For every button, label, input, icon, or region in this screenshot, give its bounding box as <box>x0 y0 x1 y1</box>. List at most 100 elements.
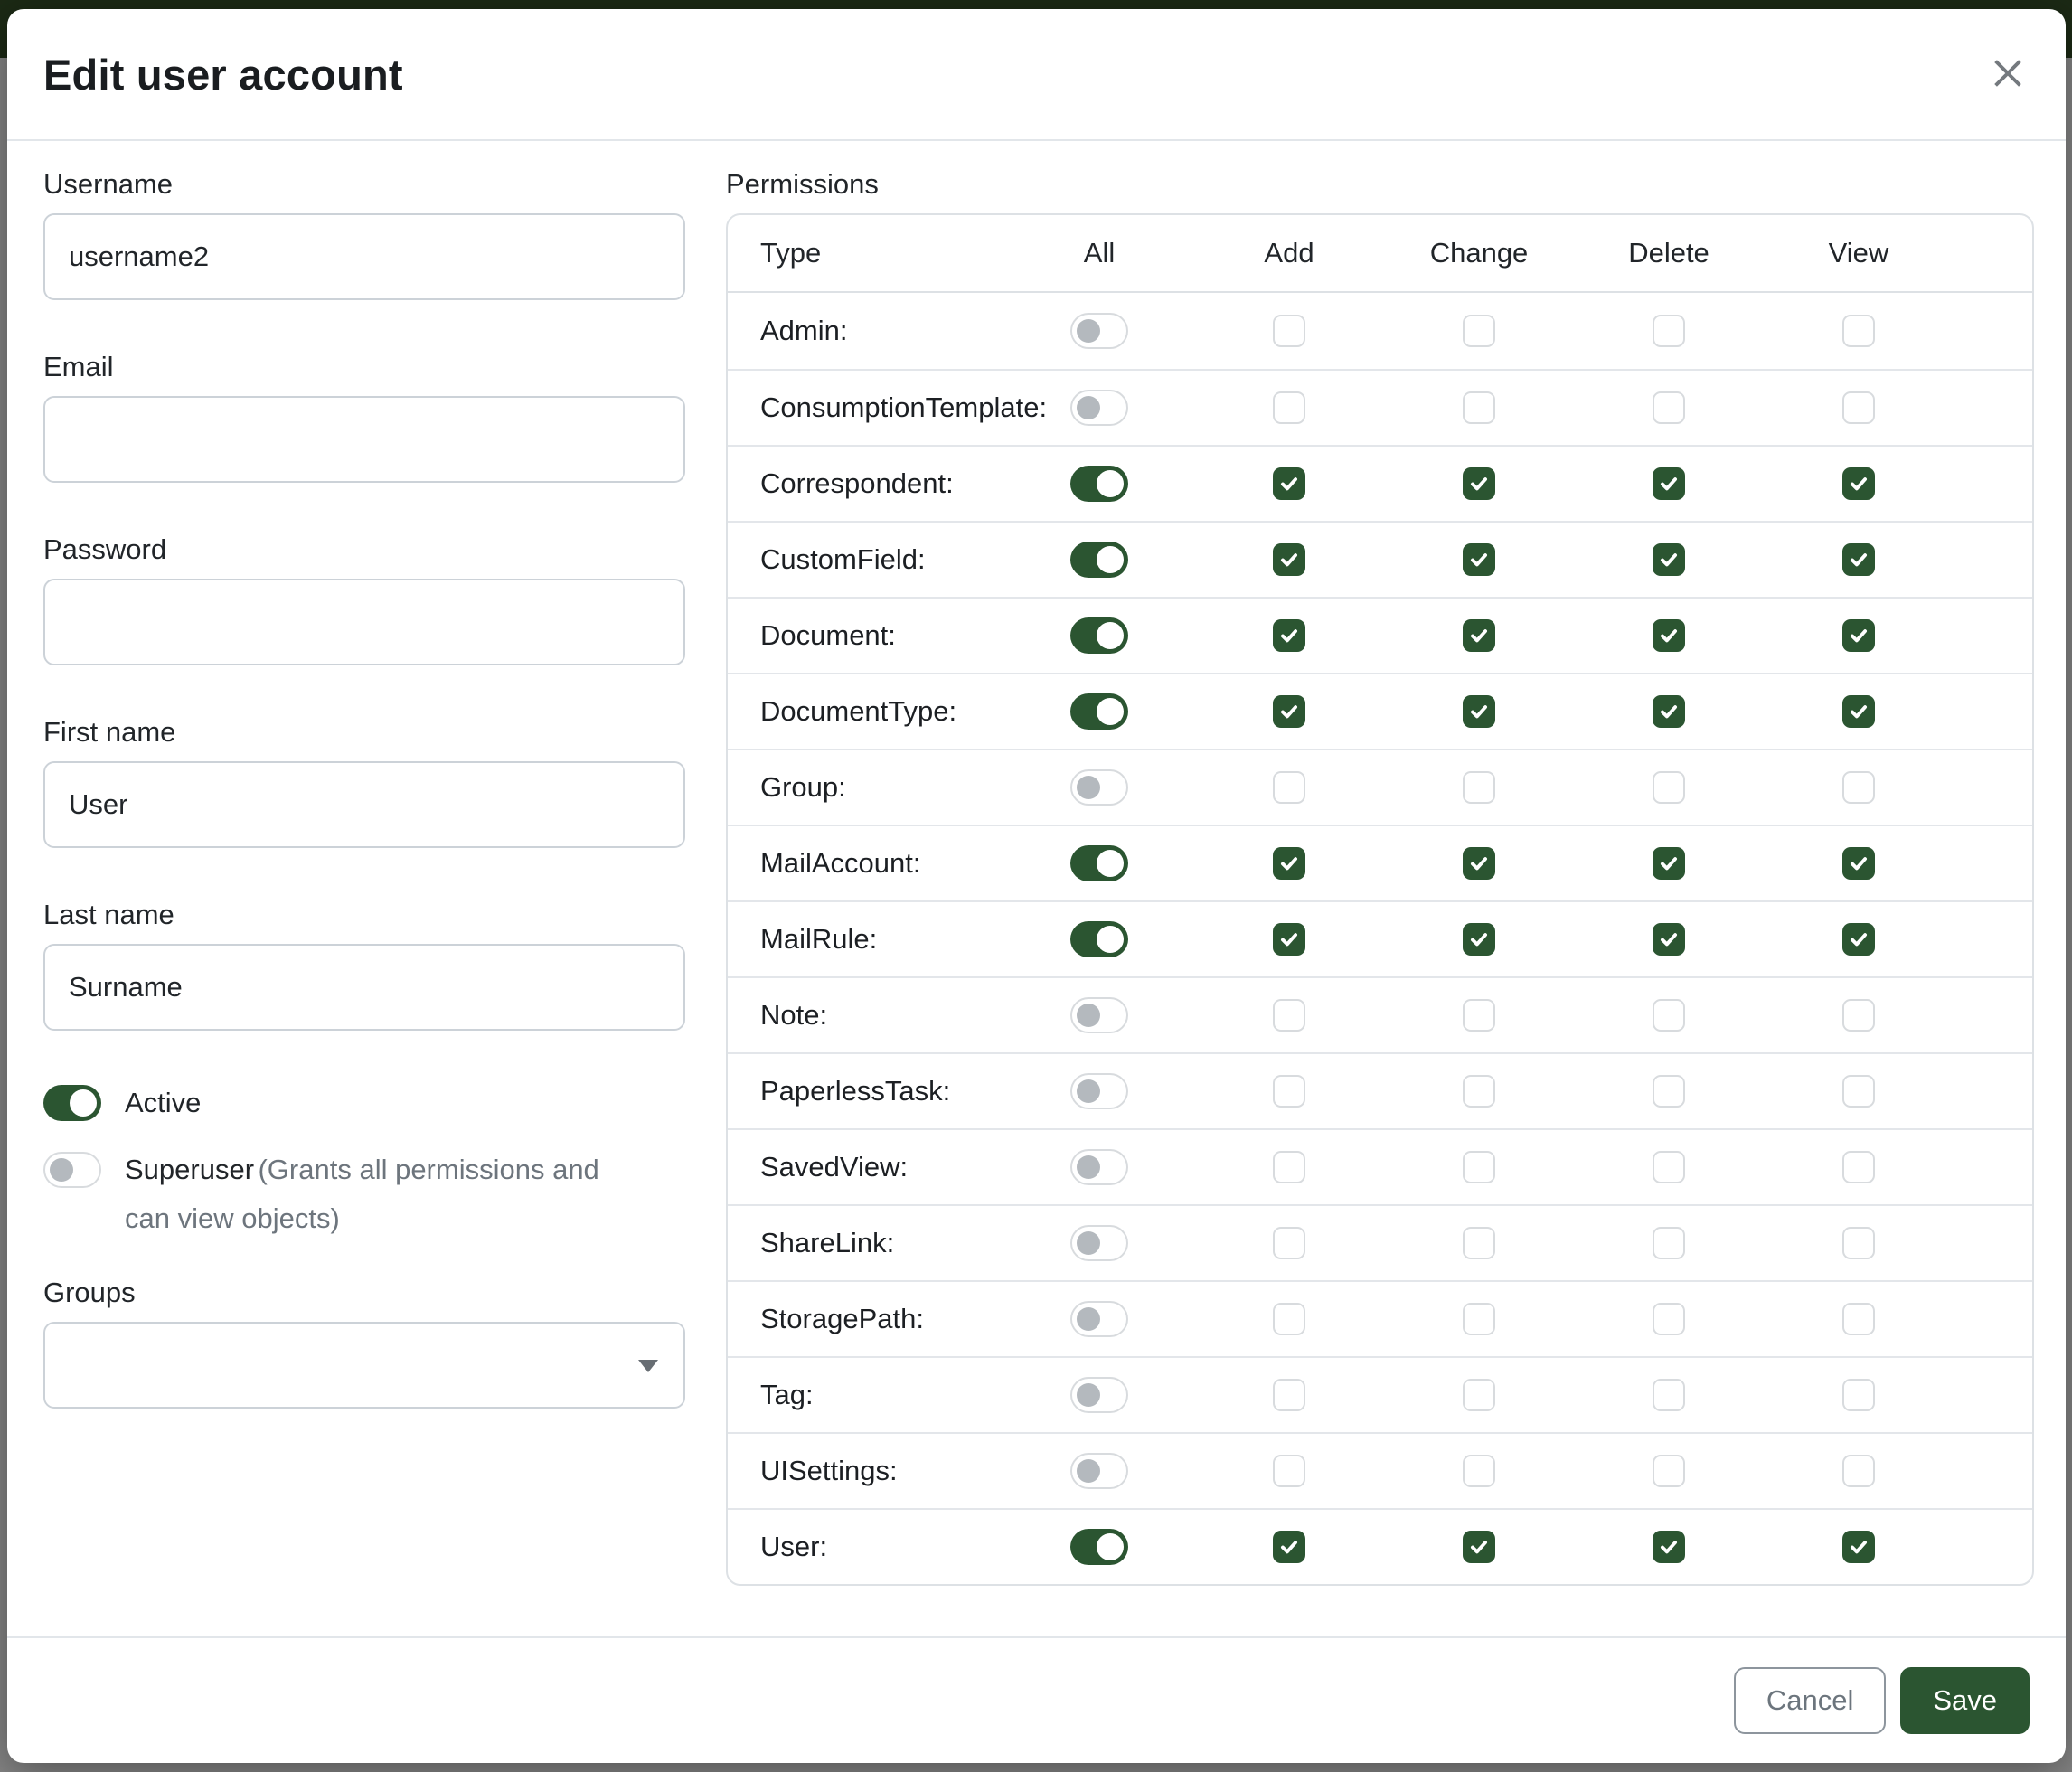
first-name-input[interactable] <box>43 761 685 848</box>
password-input[interactable] <box>43 579 685 665</box>
permission-add-checkbox[interactable] <box>1273 467 1305 500</box>
check-icon <box>1277 1535 1301 1559</box>
permission-add-checkbox[interactable] <box>1273 315 1305 347</box>
permission-view-checkbox[interactable] <box>1842 1151 1875 1183</box>
last-name-input[interactable] <box>43 944 685 1031</box>
permission-add-checkbox[interactable] <box>1273 695 1305 728</box>
permission-all-toggle[interactable] <box>1070 466 1128 502</box>
permission-all-toggle[interactable] <box>1070 390 1128 426</box>
permission-delete-checkbox[interactable] <box>1653 1151 1685 1183</box>
permission-view-checkbox[interactable] <box>1842 619 1875 652</box>
superuser-toggle[interactable] <box>43 1152 101 1188</box>
permission-add-checkbox[interactable] <box>1273 619 1305 652</box>
permission-all-toggle[interactable] <box>1070 997 1128 1033</box>
permission-delete-checkbox[interactable] <box>1653 391 1685 424</box>
permission-change-checkbox[interactable] <box>1463 695 1495 728</box>
permission-view-checkbox[interactable] <box>1842 1227 1875 1259</box>
permission-view-checkbox[interactable] <box>1842 1531 1875 1563</box>
permission-all-toggle[interactable] <box>1070 693 1128 730</box>
permission-change-checkbox[interactable] <box>1463 619 1495 652</box>
groups-select[interactable] <box>43 1322 685 1409</box>
permission-change-checkbox[interactable] <box>1463 1075 1495 1108</box>
permission-view-checkbox[interactable] <box>1842 771 1875 804</box>
permission-add-checkbox[interactable] <box>1273 1151 1305 1183</box>
permission-all-toggle[interactable] <box>1070 1073 1128 1109</box>
permission-change-checkbox[interactable] <box>1463 923 1495 956</box>
permission-view-checkbox[interactable] <box>1842 1379 1875 1411</box>
permission-delete-checkbox[interactable] <box>1653 1227 1685 1259</box>
permission-change-checkbox[interactable] <box>1463 1531 1495 1563</box>
permission-add-checkbox[interactable] <box>1273 391 1305 424</box>
toggle-knob <box>1077 776 1100 799</box>
permission-add-checkbox[interactable] <box>1273 1455 1305 1487</box>
permission-all-toggle[interactable] <box>1070 1377 1128 1413</box>
cancel-button[interactable]: Cancel <box>1734 1667 1887 1734</box>
permission-change-checkbox[interactable] <box>1463 543 1495 576</box>
permission-all-toggle[interactable] <box>1070 313 1128 349</box>
column-header-change: Change <box>1430 237 1529 269</box>
permission-view-checkbox[interactable] <box>1842 999 1875 1032</box>
permission-change-checkbox[interactable] <box>1463 467 1495 500</box>
permission-delete-checkbox[interactable] <box>1653 315 1685 347</box>
permission-change-checkbox[interactable] <box>1463 315 1495 347</box>
permission-add-checkbox[interactable] <box>1273 847 1305 880</box>
permission-view-checkbox[interactable] <box>1842 695 1875 728</box>
permission-all-toggle[interactable] <box>1070 845 1128 881</box>
permission-delete-checkbox[interactable] <box>1653 1531 1685 1563</box>
permission-all-toggle[interactable] <box>1070 617 1128 654</box>
permission-view-checkbox[interactable] <box>1842 923 1875 956</box>
permission-change-checkbox[interactable] <box>1463 1227 1495 1259</box>
permission-change-checkbox[interactable] <box>1463 1151 1495 1183</box>
permission-change-checkbox[interactable] <box>1463 1455 1495 1487</box>
permission-delete-checkbox[interactable] <box>1653 847 1685 880</box>
permission-delete-checkbox[interactable] <box>1653 771 1685 804</box>
permission-all-toggle[interactable] <box>1070 769 1128 806</box>
permission-view-checkbox[interactable] <box>1842 847 1875 880</box>
permission-delete-checkbox[interactable] <box>1653 1455 1685 1487</box>
permission-delete-checkbox[interactable] <box>1653 619 1685 652</box>
permission-all-toggle[interactable] <box>1070 921 1128 957</box>
permission-delete-checkbox[interactable] <box>1653 923 1685 956</box>
permission-all-toggle[interactable] <box>1070 542 1128 578</box>
save-button[interactable]: Save <box>1900 1667 2030 1734</box>
permission-delete-checkbox[interactable] <box>1653 1303 1685 1335</box>
permission-add-checkbox[interactable] <box>1273 1075 1305 1108</box>
permission-all-toggle[interactable] <box>1070 1149 1128 1185</box>
permission-add-checkbox[interactable] <box>1273 999 1305 1032</box>
close-button[interactable] <box>1983 49 2033 99</box>
permission-add-checkbox[interactable] <box>1273 1531 1305 1563</box>
permission-all-toggle[interactable] <box>1070 1301 1128 1337</box>
permission-change-checkbox[interactable] <box>1463 847 1495 880</box>
permission-delete-checkbox[interactable] <box>1653 543 1685 576</box>
check-icon <box>1467 700 1491 723</box>
permission-delete-checkbox[interactable] <box>1653 467 1685 500</box>
permission-all-toggle[interactable] <box>1070 1453 1128 1489</box>
username-input[interactable] <box>43 213 685 300</box>
permission-change-checkbox[interactable] <box>1463 771 1495 804</box>
permission-all-toggle[interactable] <box>1070 1225 1128 1261</box>
permission-delete-checkbox[interactable] <box>1653 1379 1685 1411</box>
permission-view-checkbox[interactable] <box>1842 391 1875 424</box>
permission-change-checkbox[interactable] <box>1463 391 1495 424</box>
permission-view-checkbox[interactable] <box>1842 467 1875 500</box>
permission-view-checkbox[interactable] <box>1842 1075 1875 1108</box>
permission-view-checkbox[interactable] <box>1842 315 1875 347</box>
permission-change-checkbox[interactable] <box>1463 999 1495 1032</box>
permission-view-checkbox[interactable] <box>1842 1455 1875 1487</box>
permission-delete-checkbox[interactable] <box>1653 695 1685 728</box>
permission-add-checkbox[interactable] <box>1273 543 1305 576</box>
active-toggle[interactable] <box>43 1085 101 1121</box>
permission-add-checkbox[interactable] <box>1273 1379 1305 1411</box>
email-input[interactable] <box>43 396 685 483</box>
permission-view-checkbox[interactable] <box>1842 1303 1875 1335</box>
permission-all-toggle[interactable] <box>1070 1529 1128 1565</box>
permission-change-checkbox[interactable] <box>1463 1303 1495 1335</box>
permission-delete-checkbox[interactable] <box>1653 1075 1685 1108</box>
permission-add-checkbox[interactable] <box>1273 923 1305 956</box>
permission-add-checkbox[interactable] <box>1273 1303 1305 1335</box>
permission-add-checkbox[interactable] <box>1273 771 1305 804</box>
permission-change-checkbox[interactable] <box>1463 1379 1495 1411</box>
permission-add-checkbox[interactable] <box>1273 1227 1305 1259</box>
permission-view-checkbox[interactable] <box>1842 543 1875 576</box>
permission-delete-checkbox[interactable] <box>1653 999 1685 1032</box>
